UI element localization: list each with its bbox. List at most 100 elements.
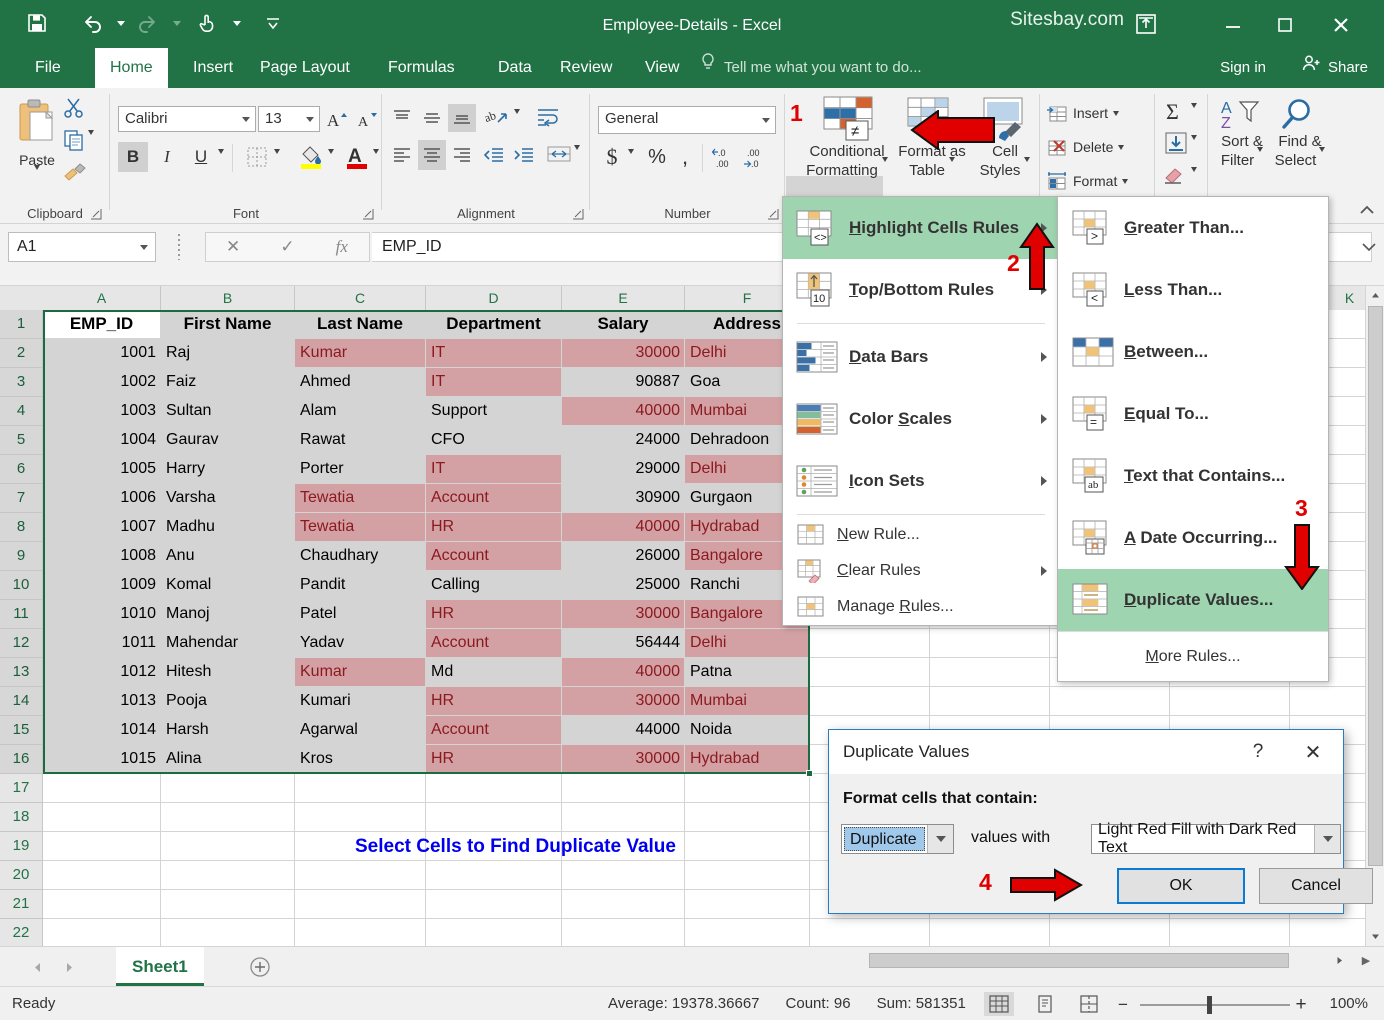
copy-dropdown-icon[interactable] bbox=[88, 130, 94, 153]
format-cells-button[interactable]: Format bbox=[1046, 170, 1129, 192]
cell-A9[interactable]: 1008 bbox=[43, 542, 161, 571]
tab-file[interactable]: File bbox=[20, 48, 76, 88]
table-cell-empty[interactable] bbox=[161, 803, 295, 832]
touch-mode-icon[interactable] bbox=[192, 8, 222, 38]
table-cell-empty[interactable] bbox=[685, 861, 810, 890]
submenu-item-text-contains[interactable]: ab TText that Contains...ext that Contai… bbox=[1058, 445, 1328, 507]
cell-D11[interactable]: HR bbox=[426, 600, 562, 629]
cell-A1[interactable]: EMP_ID bbox=[43, 310, 161, 339]
find-select-button[interactable]: Find & Select bbox=[1271, 96, 1329, 192]
duplicate-unique-dropdown[interactable]: Duplicate bbox=[841, 824, 954, 854]
customize-qat-icon[interactable] bbox=[258, 8, 288, 38]
conditional-formatting-dropdown-icon[interactable] bbox=[881, 157, 888, 179]
table-cell-empty[interactable] bbox=[43, 774, 161, 803]
table-cell-empty[interactable] bbox=[161, 919, 295, 946]
alignment-dialog-launcher[interactable] bbox=[572, 207, 584, 220]
tab-page-layout[interactable]: Page Layout bbox=[245, 48, 365, 88]
submenu-item-less-than[interactable]: < LLess Than...ess Than... bbox=[1058, 259, 1328, 321]
column-header-D[interactable]: D bbox=[426, 286, 562, 310]
decrease-decimal-icon[interactable]: .00.0 bbox=[742, 142, 774, 172]
fill-handle[interactable] bbox=[806, 770, 813, 777]
name-box[interactable]: A1 bbox=[8, 232, 156, 262]
cell-E4[interactable]: 40000 bbox=[562, 397, 685, 426]
decrease-indent-icon[interactable] bbox=[480, 140, 508, 170]
table-cell-empty[interactable] bbox=[562, 803, 685, 832]
cell-B5[interactable]: Gaurav bbox=[161, 426, 295, 455]
table-cell-empty[interactable] bbox=[426, 803, 562, 832]
table-cell-empty[interactable] bbox=[562, 861, 685, 890]
font-name-input[interactable]: Calibri bbox=[118, 106, 256, 132]
cell-C16[interactable]: Kros bbox=[295, 745, 426, 774]
cell-D7[interactable]: Account bbox=[426, 484, 562, 513]
cell-B11[interactable]: Manoj bbox=[161, 600, 295, 629]
orientation-icon[interactable]: ab bbox=[482, 104, 512, 132]
column-header-B[interactable]: B bbox=[161, 286, 295, 310]
tab-insert[interactable]: Insert bbox=[178, 48, 248, 88]
menu-item-manage-rules[interactable]: Manage RManage Rules...ules... bbox=[783, 589, 1059, 625]
row-header-19[interactable]: 19 bbox=[0, 832, 43, 861]
row-header-16[interactable]: 16 bbox=[0, 745, 43, 774]
sheet-tab-sheet1[interactable]: Sheet1 bbox=[116, 947, 204, 986]
next-sheet-icon[interactable] bbox=[58, 957, 80, 977]
borders-dropdown-icon[interactable] bbox=[274, 149, 280, 172]
table-cell-empty[interactable] bbox=[930, 919, 1050, 946]
cell-E6[interactable]: 29000 bbox=[562, 455, 685, 484]
hscroll-end-icon[interactable]: ▶ bbox=[1355, 951, 1377, 970]
zoom-in-button[interactable]: + bbox=[1292, 994, 1310, 1016]
redo-dropdown-icon[interactable] bbox=[162, 8, 192, 38]
cell-D10[interactable]: Calling bbox=[426, 571, 562, 600]
number-dialog-launcher[interactable] bbox=[767, 207, 779, 220]
cell-B8[interactable]: Madhu bbox=[161, 513, 295, 542]
cell-D6[interactable]: IT bbox=[426, 455, 562, 484]
cell-C2[interactable]: Kumar bbox=[295, 339, 426, 368]
menu-item-data-bars[interactable]: DData Barsata Bars bbox=[783, 326, 1059, 388]
tab-view[interactable]: View bbox=[630, 48, 694, 88]
clear-dropdown-icon[interactable] bbox=[1191, 167, 1197, 190]
table-cell-empty[interactable] bbox=[161, 861, 295, 890]
insert-cells-button[interactable]: Insert bbox=[1046, 102, 1120, 124]
maximize-icon[interactable] bbox=[1262, 8, 1308, 42]
tab-formulas[interactable]: Formulas bbox=[373, 48, 470, 88]
page-break-view-icon[interactable] bbox=[1074, 992, 1104, 1016]
cell-A5[interactable]: 1004 bbox=[43, 426, 161, 455]
table-cell-empty[interactable] bbox=[295, 774, 426, 803]
table-cell-empty[interactable] bbox=[1170, 687, 1290, 716]
merge-dropdown-icon[interactable] bbox=[574, 145, 580, 168]
cell-C9[interactable]: Chaudhary bbox=[295, 542, 426, 571]
row-header-15[interactable]: 15 bbox=[0, 716, 43, 745]
row-header-8[interactable]: 8 bbox=[0, 513, 43, 542]
table-cell-empty[interactable] bbox=[43, 861, 161, 890]
cell-B9[interactable]: Anu bbox=[161, 542, 295, 571]
cell-E5[interactable]: 24000 bbox=[562, 426, 685, 455]
row-header-4[interactable]: 4 bbox=[0, 397, 43, 426]
row-header-6[interactable]: 6 bbox=[0, 455, 43, 484]
align-bottom-icon[interactable] bbox=[448, 104, 476, 132]
cell-B1[interactable]: First Name bbox=[161, 310, 295, 339]
align-middle-icon[interactable] bbox=[418, 104, 446, 132]
cell-A11[interactable]: 1010 bbox=[43, 600, 161, 629]
dropdown-chevron-icon[interactable] bbox=[927, 825, 953, 853]
cell-C10[interactable]: Pandit bbox=[295, 571, 426, 600]
cancel-icon[interactable]: ✕ bbox=[206, 233, 260, 261]
page-layout-view-icon[interactable] bbox=[1030, 992, 1060, 1016]
table-cell-empty[interactable] bbox=[810, 919, 930, 946]
increase-decimal-icon[interactable]: .0.00 bbox=[710, 142, 742, 172]
fill-down-button[interactable] bbox=[1163, 130, 1189, 161]
cell-A15[interactable]: 1014 bbox=[43, 716, 161, 745]
insert-cells-dropdown-icon[interactable] bbox=[1113, 110, 1120, 116]
currency-icon[interactable]: $ bbox=[600, 142, 624, 172]
row-header-14[interactable]: 14 bbox=[0, 687, 43, 716]
cell-F12[interactable]: Delhi bbox=[685, 629, 810, 658]
align-right-icon[interactable] bbox=[448, 140, 476, 170]
cell-C13[interactable]: Kumar bbox=[295, 658, 426, 687]
row-header-22[interactable]: 22 bbox=[0, 919, 43, 946]
cell-B12[interactable]: Mahendar bbox=[161, 629, 295, 658]
format-painter-button[interactable] bbox=[62, 158, 88, 187]
table-cell-empty[interactable] bbox=[1170, 919, 1290, 946]
currency-dropdown-icon[interactable] bbox=[628, 149, 634, 172]
cell-D14[interactable]: HR bbox=[426, 687, 562, 716]
cell-D3[interactable]: IT bbox=[426, 368, 562, 397]
column-header-A[interactable]: A bbox=[43, 286, 161, 310]
fill-color-dropdown-icon[interactable] bbox=[328, 149, 334, 172]
table-cell-empty[interactable] bbox=[685, 832, 810, 861]
